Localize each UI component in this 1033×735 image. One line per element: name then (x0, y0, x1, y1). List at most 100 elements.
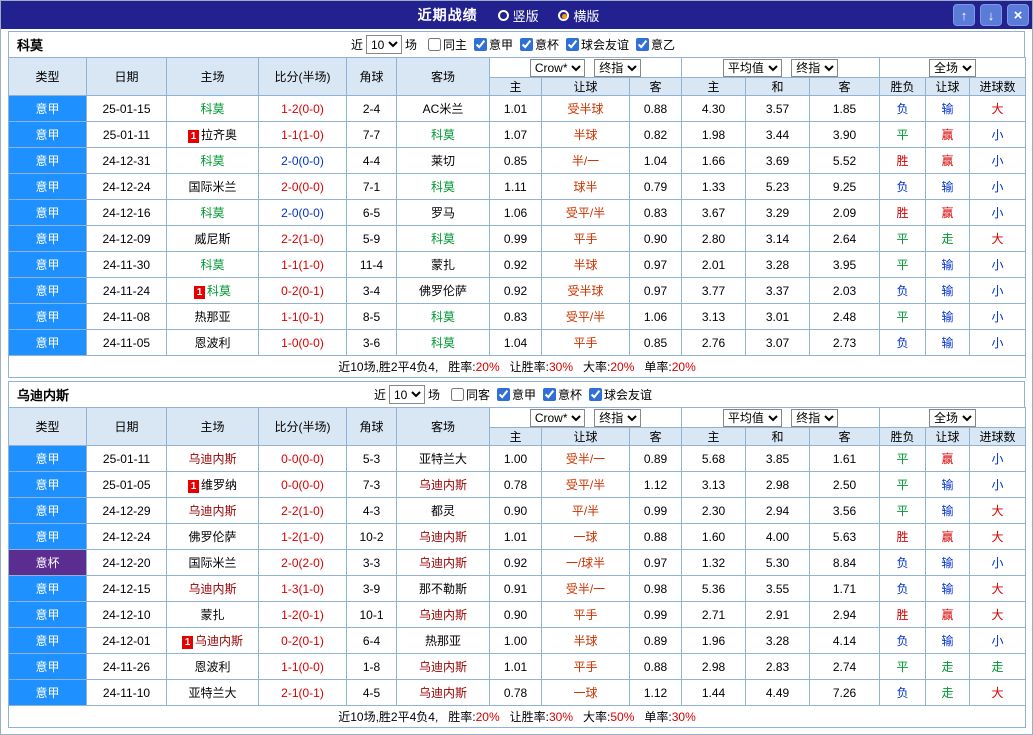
filter-checkbox[interactable]: 同客 (450, 386, 490, 403)
handicap-result-cell: 赢 (925, 601, 971, 628)
checkbox-input[interactable] (566, 38, 580, 51)
away-team-cell: 都灵 (396, 497, 490, 524)
avg-away-cell: 1.61 (809, 445, 881, 472)
fulltime-select[interactable]: 全场 (929, 408, 977, 427)
filter-checkbox[interactable]: 意乙 (636, 36, 675, 53)
league-cell: 意甲 (8, 627, 87, 654)
avg-source-select[interactable]: 平均值 (722, 408, 782, 427)
league-cell: 意甲 (8, 199, 87, 226)
goals-result-cell: 大 (969, 679, 1027, 706)
avg-final-select[interactable]: 终指 (791, 408, 839, 427)
away-team-cell: 乌迪内斯 (396, 471, 490, 498)
home-team-name: 热那亚 (194, 310, 231, 324)
filter-checkbox[interactable]: 同主 (427, 36, 467, 53)
away-team-name: 那不勒斯 (418, 582, 467, 596)
filter-checkbox[interactable]: 意甲 (473, 36, 513, 53)
handicap-result-cell: 走 (925, 225, 971, 252)
radio-horizontal-layout[interactable]: 横版 (558, 6, 599, 25)
filter-checkbox[interactable]: 意杯 (543, 386, 582, 403)
league-cell: 意杯 (8, 549, 87, 576)
avg-away-cell: 2.50 (809, 471, 881, 498)
avg-away-cell: 8.84 (809, 549, 881, 576)
checkbox-input[interactable] (450, 388, 464, 401)
avg-home-cell: 2.01 (681, 251, 747, 278)
league-cell: 意甲 (8, 497, 87, 524)
score-cell: 0-2(0-1) (258, 277, 347, 304)
home-team-cell: 恩波利 (166, 653, 259, 680)
goals-result-cell: 走 (969, 653, 1027, 680)
avg-home-cell: 1.98 (681, 121, 747, 148)
odds-home-cell: 0.99 (489, 225, 542, 252)
handicap-result-cell: 赢 (925, 523, 971, 550)
sub-header-odds-handicap: 让球 (541, 427, 630, 446)
odds-final-select[interactable]: 终指 (594, 58, 642, 77)
filter-checkbox[interactable]: 球会友谊 (589, 386, 652, 403)
fulltime-select[interactable]: 全场 (929, 58, 977, 77)
avg-draw-cell: 3.37 (745, 277, 811, 304)
result-cell: 平 (879, 653, 927, 680)
match-count-select[interactable]: 10 (365, 35, 402, 54)
handicap-result-cell: 走 (925, 679, 971, 706)
summary-stat-label: 胜率: (448, 710, 476, 724)
radio-vertical-layout[interactable]: 竖版 (497, 6, 539, 25)
odds-company-select[interactable]: Crow* (529, 58, 585, 77)
checkbox-input[interactable] (427, 38, 441, 51)
home-team-cell: 热那亚 (166, 303, 259, 330)
checkbox-input[interactable] (520, 38, 533, 51)
scroll-up-button[interactable]: ↑ (953, 4, 975, 26)
avg-draw-cell: 3.29 (745, 199, 811, 226)
odds-handicap-cell: 受半/一 (541, 575, 630, 602)
away-team-cell: 乌迪内斯 (396, 679, 490, 706)
corners-cell: 2-4 (346, 95, 397, 122)
sub-header-result: 胜负 (879, 77, 927, 96)
summary-stat: 单率:30% (644, 710, 695, 724)
filter-checkbox[interactable]: 意杯 (520, 36, 559, 53)
avg-away-cell: 2.74 (809, 653, 881, 680)
home-team-cell: 科莫 (166, 95, 259, 122)
avg-source-select[interactable]: 平均值 (722, 58, 782, 77)
goals-result-cell: 大 (969, 225, 1027, 252)
home-team-name: 威尼斯 (194, 232, 231, 246)
match-row: 意甲 24-11-08 热那亚 1-1(0-1) 8-5 科莫 0.83 受平/半 1.06 3.… (8, 303, 1027, 330)
avg-home-cell: 1.60 (681, 523, 747, 550)
col-header-type: 类型 (8, 407, 87, 446)
checkbox-input[interactable] (497, 388, 510, 401)
filter-checkbox[interactable]: 意甲 (497, 386, 536, 403)
home-team-cell: 国际米兰 (166, 173, 259, 200)
match-row: 意甲 25-01-05 1 维罗纳 0-0(0-0) 7-3 乌迪内斯 0.78 受平/半 1.1… (8, 471, 1027, 498)
match-row: 意杯 24-12-20 国际米兰 2-0(2-0) 3-3 乌迪内斯 0.92 一/球半 0.9… (8, 549, 1027, 576)
result-cell: 负 (879, 329, 927, 356)
date-cell: 24-11-24 (86, 277, 167, 304)
result-cell: 平 (879, 445, 927, 472)
match-row: 意甲 24-12-16 科莫 2-0(0-0) 6-5 罗马 1.06 受平/半 0.83 3.6… (8, 199, 1027, 226)
scroll-down-button[interactable]: ↓ (980, 4, 1002, 26)
corners-cell: 7-1 (346, 173, 397, 200)
match-row: 意甲 24-12-24 佛罗伦萨 1-2(1-0) 10-2 乌迪内斯 1.01 一球 0.88… (8, 523, 1027, 550)
away-team-cell: 热那亚 (396, 627, 490, 654)
result-cell: 胜 (879, 601, 927, 628)
handicap-result-cell: 输 (925, 95, 971, 122)
filter-checkbox[interactable]: 球会友谊 (566, 36, 629, 53)
score-cell: 0-0(0-0) (258, 445, 347, 472)
sub-header-handicap-result: 让球 (925, 77, 971, 96)
odds-handicap-cell: 一球 (541, 679, 630, 706)
odds-company-select[interactable]: Crow* (529, 408, 585, 427)
match-count-select[interactable]: 10 (388, 385, 425, 404)
date-cell: 24-11-26 (86, 653, 167, 680)
close-button[interactable]: × (1007, 4, 1029, 26)
goals-result-cell: 小 (969, 251, 1027, 278)
league-cell: 意甲 (8, 653, 87, 680)
avg-home-cell: 2.98 (681, 653, 747, 680)
avg-away-cell: 2.94 (809, 601, 881, 628)
checkbox-input[interactable] (636, 38, 650, 51)
summary-stat-value: 20% (475, 710, 500, 724)
goals-result-cell: 小 (969, 445, 1027, 472)
avg-final-select[interactable]: 终指 (791, 58, 839, 77)
checkbox-input[interactable] (473, 38, 487, 51)
avg-draw-cell: 5.30 (745, 549, 811, 576)
checkbox-input[interactable] (543, 388, 557, 401)
odds-home-cell: 0.78 (489, 471, 542, 498)
avg-away-cell: 2.09 (809, 199, 881, 226)
odds-final-select[interactable]: 终指 (594, 408, 642, 427)
checkbox-input[interactable] (589, 388, 603, 401)
